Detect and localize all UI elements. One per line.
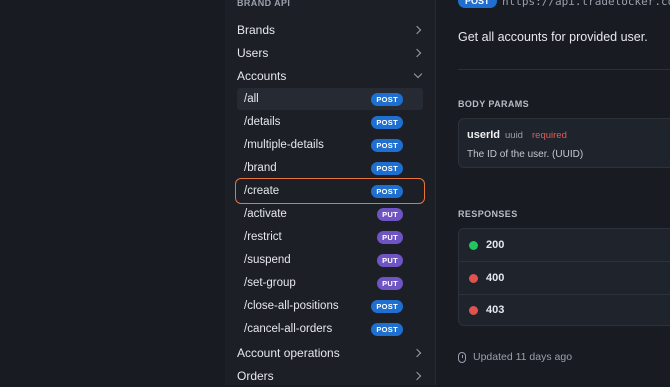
response-200-row[interactable]: 200: [459, 229, 670, 261]
endpoint-brand[interactable]: /brand POST: [237, 157, 423, 179]
responses-card: 200 400 403: [458, 228, 670, 326]
sidebar-group-accounts[interactable]: Accounts: [237, 65, 423, 87]
sidebar-group-brands[interactable]: Brands: [237, 19, 423, 41]
endpoint-activate[interactable]: /activate PUT: [237, 203, 423, 225]
endpoint-path: /cancel-all-orders: [244, 323, 333, 335]
endpoint-detail-pane: POST https://api.tradelocker.com Get all…: [435, 0, 670, 385]
chevron-down-icon: [413, 71, 423, 81]
endpoint-multiple-details[interactable]: /multiple-details POST: [237, 134, 423, 156]
put-method-badge: PUT: [377, 230, 403, 244]
group-label: Brands: [237, 23, 276, 37]
responses-title: RESPONSES: [458, 209, 518, 219]
endpoint-restrict[interactable]: /restrict PUT: [237, 226, 423, 248]
endpoint-path: /details: [244, 116, 281, 128]
group-label: Users: [237, 46, 269, 60]
endpoint-path: /multiple-details: [244, 139, 324, 151]
sidebar-group-users[interactable]: Users: [237, 42, 423, 64]
response-400-row[interactable]: 400: [459, 262, 670, 294]
post-method-badge: POST: [371, 92, 403, 106]
post-method-badge: POST: [371, 161, 403, 175]
sidebar-group-account-operations[interactable]: Account operations: [237, 342, 423, 364]
endpoint-path: /suspend: [244, 254, 291, 266]
endpoint-description: Get all accounts for provided user.: [458, 30, 648, 44]
body-params-title: BODY PARAMS: [458, 99, 530, 109]
endpoint-cancel-all-orders[interactable]: /cancel-all-orders POST: [237, 318, 423, 340]
endpoint-path: /create: [244, 185, 280, 197]
endpoint-path: /set-group: [244, 277, 296, 289]
section-title: BRAND API: [237, 0, 291, 8]
endpoint-set-group[interactable]: /set-group PUT: [237, 272, 423, 294]
endpoint-path: /activate: [244, 208, 287, 220]
response-code: 200: [486, 239, 505, 251]
put-method-badge: PUT: [377, 207, 403, 221]
chevron-right-icon: [413, 25, 423, 35]
left-blank-pane: [0, 0, 225, 385]
sidebar-group-orders[interactable]: Orders: [237, 365, 423, 387]
group-label: Accounts: [237, 69, 287, 83]
status-dot-icon: [469, 305, 478, 315]
status-dot-icon: [469, 240, 478, 250]
group-label: Account operations: [237, 346, 340, 360]
group-label: Orders: [237, 369, 274, 383]
response-403-row[interactable]: 403: [459, 294, 670, 326]
endpoint-suspend[interactable]: /suspend PUT: [237, 249, 423, 271]
endpoint-path: /all: [244, 93, 259, 105]
endpoint-details[interactable]: /details POST: [237, 111, 423, 133]
endpoint-path: /close-all-positions: [244, 300, 339, 312]
endpoint-path: /brand: [244, 162, 277, 174]
put-method-badge: PUT: [377, 276, 403, 290]
api-sidebar: BRAND API Brands Users Accounts /all POS…: [225, 0, 435, 385]
status-dot-icon: [469, 273, 478, 283]
body-param-card: userId uuid required The ID of the user.…: [458, 118, 670, 168]
response-code: 400: [486, 272, 505, 284]
divider: [458, 69, 670, 70]
chevron-right-icon: [413, 371, 423, 381]
response-code: 403: [486, 304, 505, 316]
updated-text: Updated 11 days ago: [473, 351, 573, 363]
post-method-badge: POST: [371, 138, 403, 152]
endpoint-path: /restrict: [244, 231, 282, 243]
endpoint-all[interactable]: /all POST: [237, 88, 423, 110]
post-method-badge: POST: [371, 184, 403, 198]
param-type: uuid: [505, 130, 523, 141]
method-badge: POST: [458, 0, 497, 8]
put-method-badge: PUT: [377, 253, 403, 267]
endpoint-url[interactable]: https://api.tradelocker.com: [502, 0, 670, 8]
endpoint-create[interactable]: /create POST: [235, 178, 425, 204]
endpoint-close-all-positions[interactable]: /close-all-positions POST: [237, 295, 423, 317]
post-method-badge: POST: [371, 299, 403, 313]
chevron-right-icon: [413, 348, 423, 358]
updated-info: Updated 11 days ago: [458, 351, 572, 363]
post-method-badge: POST: [371, 322, 403, 336]
stopwatch-icon: [458, 351, 466, 363]
param-name: userId: [467, 129, 501, 141]
param-required-label: required: [532, 130, 567, 141]
post-method-badge: POST: [371, 115, 403, 129]
param-description: The ID of the user. (UUID): [467, 149, 584, 160]
chevron-right-icon: [413, 48, 423, 58]
